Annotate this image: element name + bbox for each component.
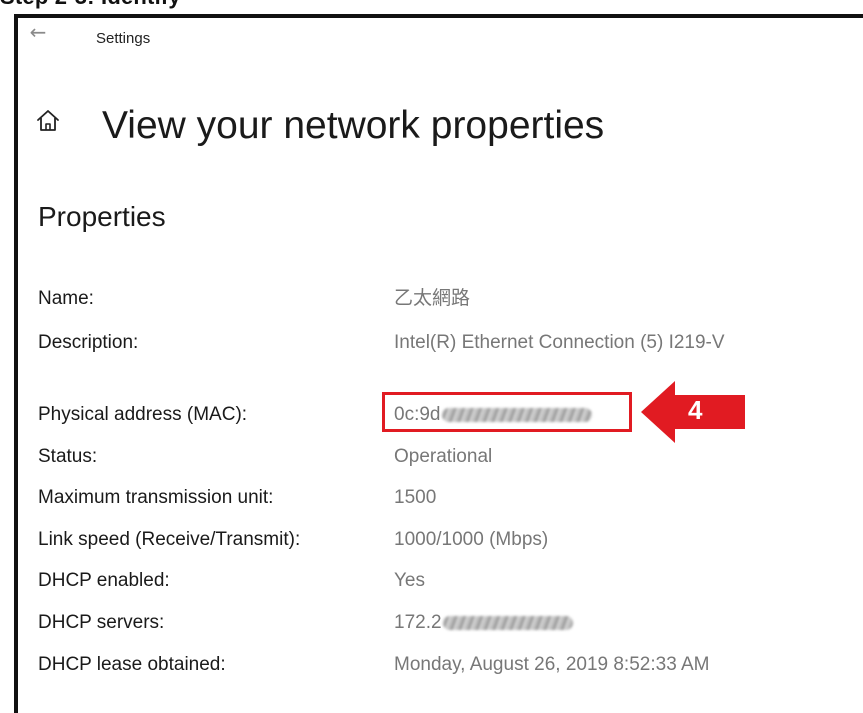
property-label: Description: [38,332,139,353]
property-value: 乙太網路 [394,288,471,309]
property-value: Monday, August 26, 2019 8:52:33 AM [394,654,710,675]
back-arrow-icon[interactable]: ← [26,20,50,44]
property-label: DHCP enabled: [38,570,170,591]
property-label: Physical address (MAC): [38,404,248,425]
property-label: Status: [38,446,98,467]
property-value: 1000/1000 (Mbps) [394,529,549,550]
property-value: Operational [394,446,493,467]
property-label: Maximum transmission unit: [38,487,274,508]
callout-step-number: 4 [688,395,703,425]
property-value: Intel(R) Ethernet Connection (5) I219-V [394,332,725,353]
property-value: 1500 [394,487,437,508]
mac-highlight-box [382,392,632,432]
property-label: DHCP lease obtained: [38,654,226,675]
property-value: Yes [394,570,425,591]
redacted-blur [442,615,573,630]
home-icon[interactable] [34,107,62,135]
dhcp-visible-prefix: 172.2 [394,612,442,633]
property-label: Link speed (Receive/Transmit): [38,529,301,550]
cropped-heading-fragment: Step 2-3: Identify [0,0,181,14]
section-title-properties: Properties [38,201,166,232]
property-label: DHCP servers: [38,612,165,633]
app-title: Settings [96,30,151,47]
page-title: View your network properties [102,104,605,147]
property-label: Name: [38,288,94,309]
property-value-dhcp-servers: 172.2 [394,610,774,635]
screenshot-stage: Step 2-3: Identify ← Settings View your … [0,0,863,713]
